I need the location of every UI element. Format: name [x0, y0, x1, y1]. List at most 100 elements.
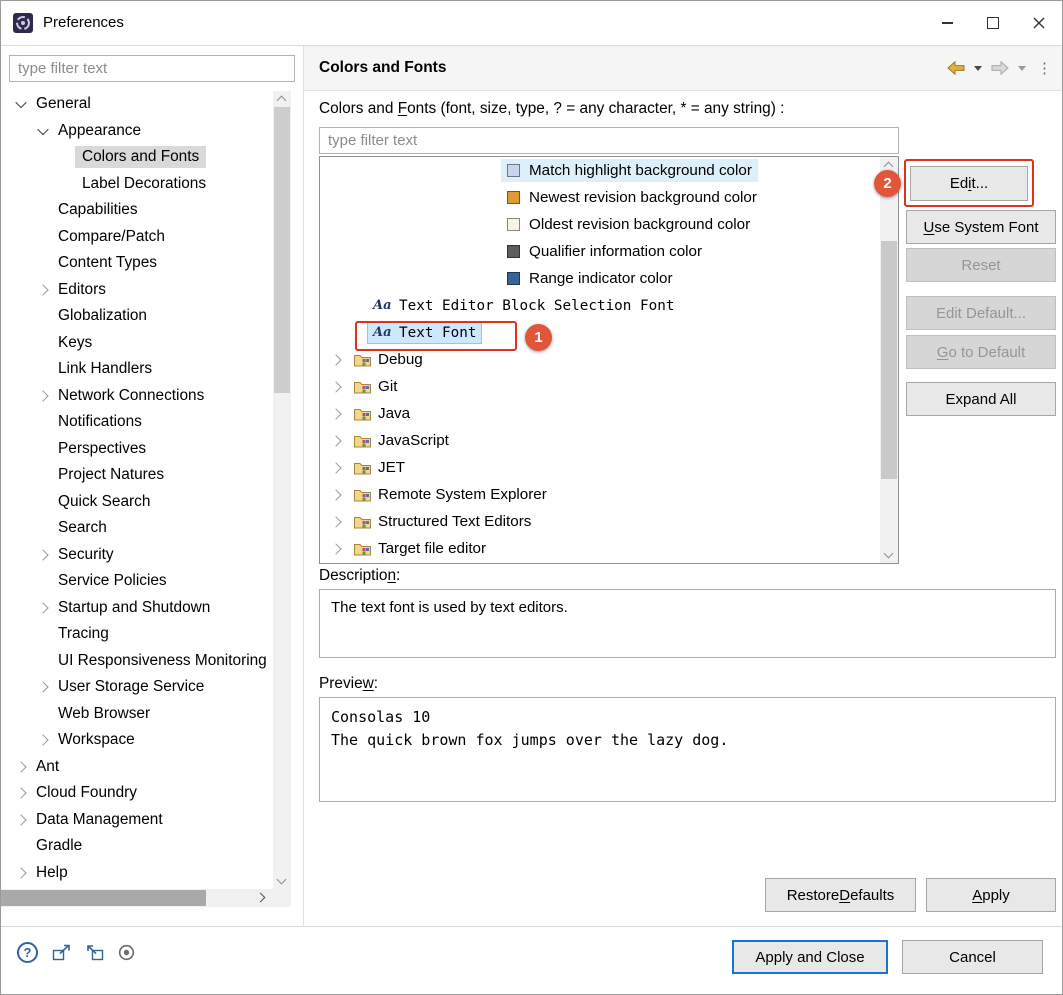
scroll-down-icon[interactable]: [277, 875, 287, 885]
colors-fonts-item-jet[interactable]: JET: [320, 454, 880, 481]
sidebar-item-compare-patch[interactable]: Compare/Patch: [1, 224, 273, 251]
sidebar-horizontal-scrollbar[interactable]: [1, 889, 273, 907]
tree-chevron-icon[interactable]: [37, 682, 48, 693]
colors-fonts-item-remote-system-explorer[interactable]: Remote System Explorer: [320, 481, 880, 508]
scroll-down-icon[interactable]: [884, 549, 894, 559]
forward-dropdown-icon[interactable]: [1018, 66, 1026, 71]
colors-fonts-item-javascript[interactable]: JavaScript: [320, 427, 880, 454]
sidebar-item-content-types[interactable]: Content Types: [1, 250, 273, 277]
import-preferences-button[interactable]: [85, 944, 104, 961]
sidebar-item-notifications[interactable]: Notifications: [1, 409, 273, 436]
expand-chevron-icon[interactable]: [330, 516, 341, 527]
sidebar-item-ui-responsiveness-monitoring[interactable]: UI Responsiveness Monitoring: [1, 648, 273, 675]
sidebar-item-user-storage-service[interactable]: User Storage Service: [1, 674, 273, 701]
close-button[interactable]: [1016, 1, 1062, 45]
sidebar-item-service-policies[interactable]: Service Policies: [1, 568, 273, 595]
sidebar-item-editors[interactable]: Editors: [1, 277, 273, 304]
sidebar-item-cloud-foundry[interactable]: Cloud Foundry: [1, 780, 273, 807]
edit-button[interactable]: Edit...: [910, 166, 1028, 201]
colors-fonts-item-git[interactable]: Git: [320, 373, 880, 400]
expand-chevron-icon[interactable]: [330, 381, 341, 392]
expand-all-button[interactable]: Expand All: [906, 382, 1056, 416]
tree-chevron-icon[interactable]: [15, 867, 26, 878]
colors-fonts-filter-input[interactable]: [319, 127, 899, 154]
scroll-up-icon[interactable]: [884, 162, 894, 172]
sidebar-item-data-management[interactable]: Data Management: [1, 807, 273, 834]
use-system-font-button[interactable]: Use System Font: [906, 210, 1056, 244]
scrollbar-thumb[interactable]: [881, 241, 897, 479]
sidebar-item-appearance[interactable]: Appearance: [1, 118, 273, 145]
tree-chevron-icon[interactable]: [37, 284, 48, 295]
sidebar-item-globalization[interactable]: Globalization: [1, 303, 273, 330]
forward-button[interactable]: [991, 61, 1009, 75]
sidebar-item-quick-search[interactable]: Quick Search: [1, 489, 273, 516]
sidebar-item-perspectives[interactable]: Perspectives: [1, 436, 273, 463]
apply-button[interactable]: Apply: [926, 878, 1056, 912]
tree-chevron-icon[interactable]: [37, 390, 48, 401]
sidebar-item-workspace[interactable]: Workspace: [1, 727, 273, 754]
colors-fonts-item-target-file-editor[interactable]: Target file editor: [320, 535, 880, 562]
sidebar-item-colors-and-fonts[interactable]: Colors and Fonts: [1, 144, 273, 171]
sidebar-item-web-browser[interactable]: Web Browser: [1, 701, 273, 728]
colors-fonts-item-range-indicator-color[interactable]: Range indicator color: [320, 265, 880, 292]
view-menu-icon[interactable]: [1035, 61, 1054, 76]
colors-fonts-item-java[interactable]: Java: [320, 400, 880, 427]
scroll-right-icon[interactable]: [256, 893, 266, 903]
back-dropdown-icon[interactable]: [974, 66, 982, 71]
scrollbar-thumb[interactable]: [274, 107, 290, 393]
record-preferences-button[interactable]: [118, 944, 135, 961]
sidebar-vertical-scrollbar[interactable]: [273, 91, 291, 889]
sidebar-item-security[interactable]: Security: [1, 542, 273, 569]
expand-chevron-icon[interactable]: [330, 489, 341, 500]
go-to-default-button[interactable]: Go to Default: [906, 335, 1056, 369]
minimize-button[interactable]: [924, 1, 970, 45]
tree-chevron-icon[interactable]: [37, 124, 48, 135]
apply-and-close-button[interactable]: Apply and Close: [732, 940, 888, 974]
sidebar-item-link-handlers[interactable]: Link Handlers: [1, 356, 273, 383]
sidebar-item-search[interactable]: Search: [1, 515, 273, 542]
colors-fonts-item-oldest-revision-background-color[interactable]: Oldest revision background color: [320, 211, 880, 238]
sidebar-item-help[interactable]: Help: [1, 860, 273, 887]
sidebar-item-capabilities[interactable]: Capabilities: [1, 197, 273, 224]
expand-chevron-icon[interactable]: [330, 435, 341, 446]
export-preferences-button[interactable]: [52, 944, 71, 961]
sidebar-item-label-decorations[interactable]: Label Decorations: [1, 171, 273, 198]
tree-chevron-icon[interactable]: [15, 97, 26, 108]
expand-chevron-icon[interactable]: [330, 354, 341, 365]
tree-chevron-icon[interactable]: [15, 761, 26, 772]
list-vertical-scrollbar[interactable]: [880, 157, 898, 563]
colors-fonts-item-debug[interactable]: Debug: [320, 346, 880, 373]
tree-chevron-icon[interactable]: [15, 814, 26, 825]
sidebar-item-network-connections[interactable]: Network Connections: [1, 383, 273, 410]
expand-chevron-icon[interactable]: [330, 543, 341, 554]
tree-chevron-icon[interactable]: [37, 549, 48, 560]
scrollbar-thumb[interactable]: [1, 890, 206, 906]
maximize-button[interactable]: [970, 1, 1016, 45]
tree-chevron-icon[interactable]: [37, 602, 48, 613]
colors-fonts-item-text-editor-block-selection-font[interactable]: Aa Text Editor Block Selection Font: [320, 292, 880, 319]
sidebar-item-ant[interactable]: Ant: [1, 754, 273, 781]
back-button[interactable]: [947, 61, 965, 75]
sidebar-item-general[interactable]: General: [1, 91, 273, 118]
reset-button[interactable]: Reset: [906, 248, 1056, 282]
colors-fonts-item-structured-text-editors[interactable]: Structured Text Editors: [320, 508, 880, 535]
colors-fonts-item-qualifier-information-color[interactable]: Qualifier information color: [320, 238, 880, 265]
sidebar-item-keys[interactable]: Keys: [1, 330, 273, 357]
panel-divider[interactable]: [303, 46, 304, 926]
help-button[interactable]: ?: [17, 942, 38, 963]
sidebar-item-gradle[interactable]: Gradle: [1, 833, 273, 860]
colors-fonts-item-text-font[interactable]: Aa Text Font: [320, 319, 880, 346]
expand-chevron-icon[interactable]: [330, 408, 341, 419]
sidebar-item-tracing[interactable]: Tracing: [1, 621, 273, 648]
tree-chevron-icon[interactable]: [15, 788, 26, 799]
colors-fonts-item-match-highlight-background-color[interactable]: Match highlight background color: [320, 157, 880, 184]
sidebar-item-project-natures[interactable]: Project Natures: [1, 462, 273, 489]
scroll-up-icon[interactable]: [277, 96, 287, 106]
sidebar-item-startup-and-shutdown[interactable]: Startup and Shutdown: [1, 595, 273, 622]
edit-default-button[interactable]: Edit Default...: [906, 296, 1056, 330]
restore-defaults-button[interactable]: Restore Defaults: [765, 878, 916, 912]
tree-chevron-icon[interactable]: [37, 735, 48, 746]
colors-fonts-item-newest-revision-background-color[interactable]: Newest revision background color: [320, 184, 880, 211]
sidebar-filter-input[interactable]: [9, 55, 295, 82]
cancel-button[interactable]: Cancel: [902, 940, 1043, 974]
